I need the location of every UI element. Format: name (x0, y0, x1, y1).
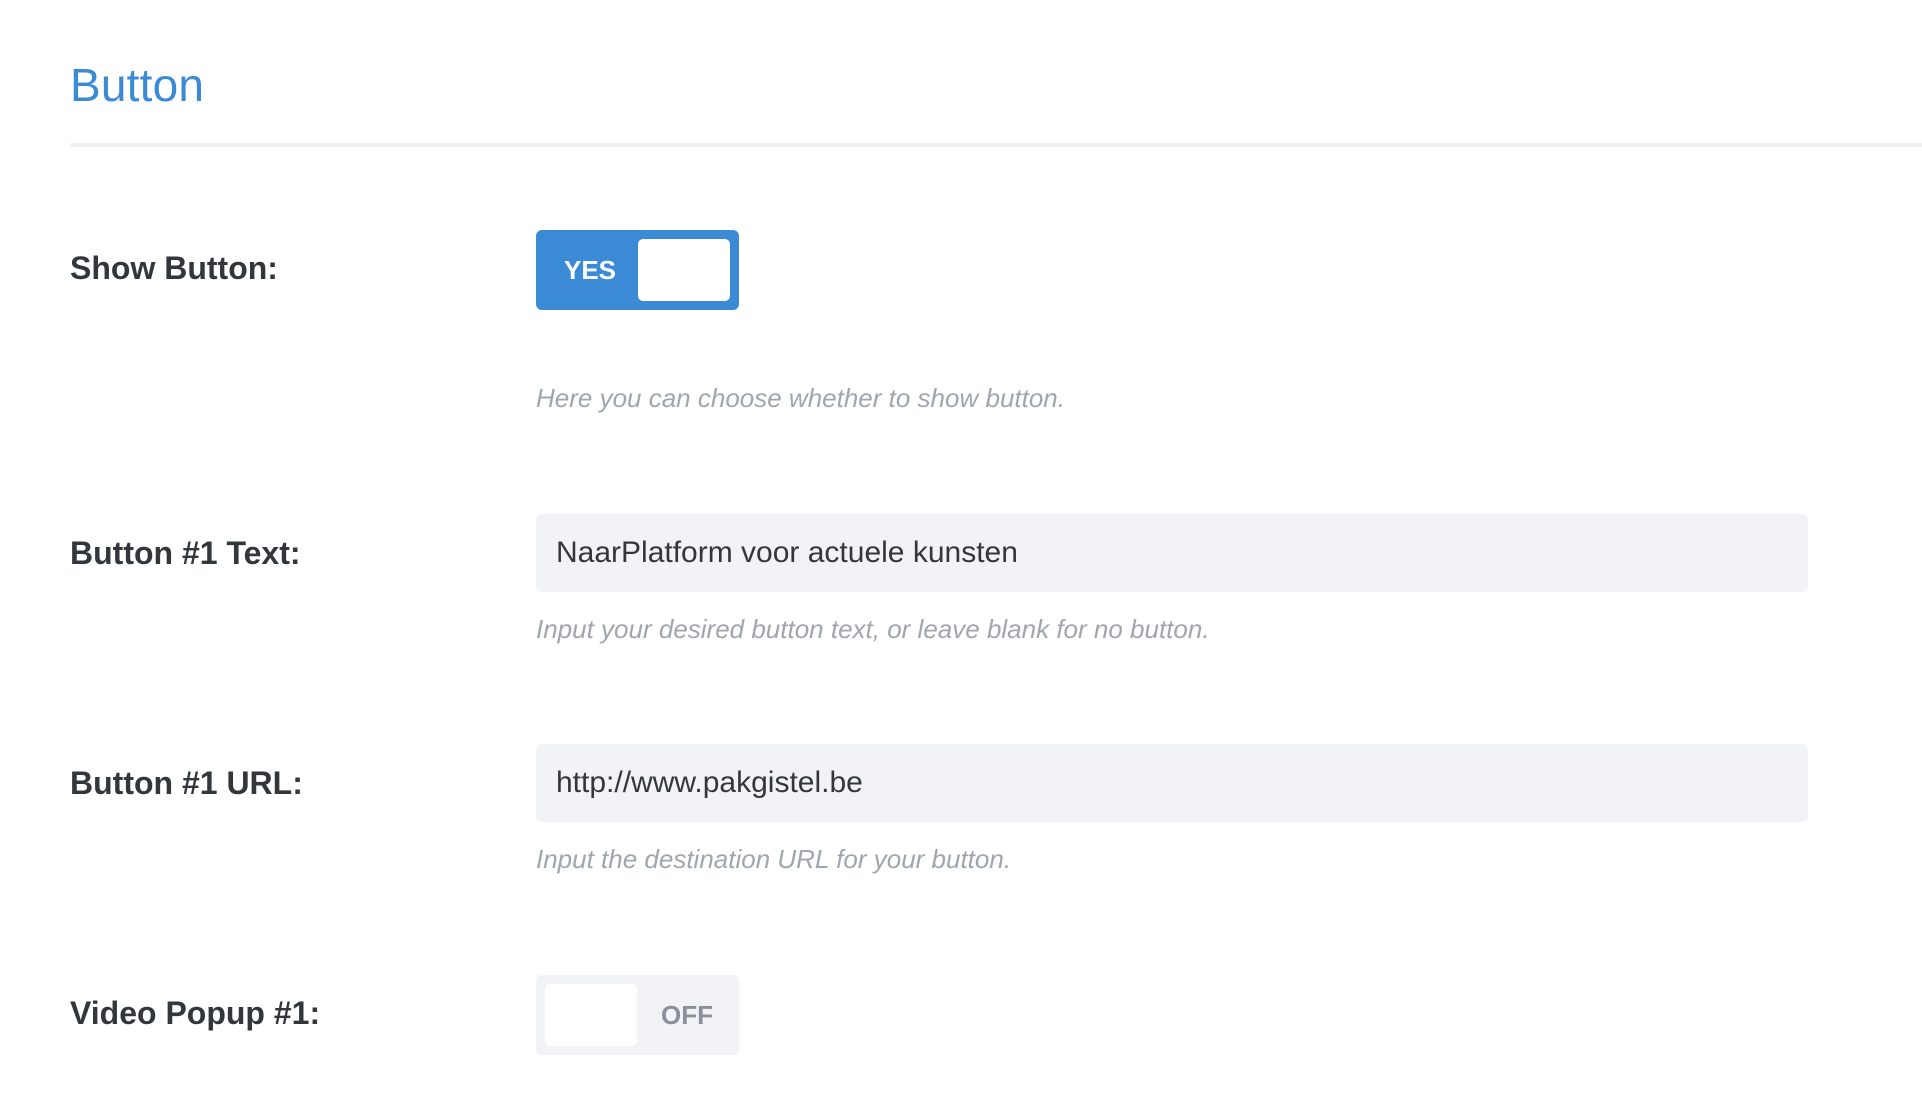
show-button-label: Show Button: (70, 250, 278, 286)
video-popup1-description-clipped (536, 1100, 1356, 1112)
section-divider (70, 143, 1922, 147)
show-button-toggle[interactable]: YES (536, 230, 739, 310)
button1-url-input[interactable] (536, 744, 1808, 822)
toggle-knob (545, 984, 637, 1046)
video-popup1-label: Video Popup #1: (70, 995, 321, 1031)
clipped-text-fragment (536, 1100, 1356, 1112)
settings-panel: Button Show Button: YES Here you can cho… (0, 0, 1922, 1112)
button1-text-input[interactable] (536, 514, 1808, 592)
toggle-state-text: OFF (661, 1000, 713, 1030)
show-button-description: Here you can choose whether to show butt… (536, 383, 1065, 413)
button1-text-description: Input your desired button text, or leave… (536, 614, 1210, 644)
toggle-state-text: YES (564, 255, 617, 285)
button1-text-label: Button #1 Text: (70, 535, 301, 571)
section-title: Button (70, 59, 205, 111)
button1-url-label: Button #1 URL: (70, 765, 303, 801)
toggle-knob (638, 239, 730, 301)
video-popup1-toggle[interactable]: OFF (536, 975, 739, 1055)
button1-url-description: Input the destination URL for your butto… (536, 844, 1012, 874)
